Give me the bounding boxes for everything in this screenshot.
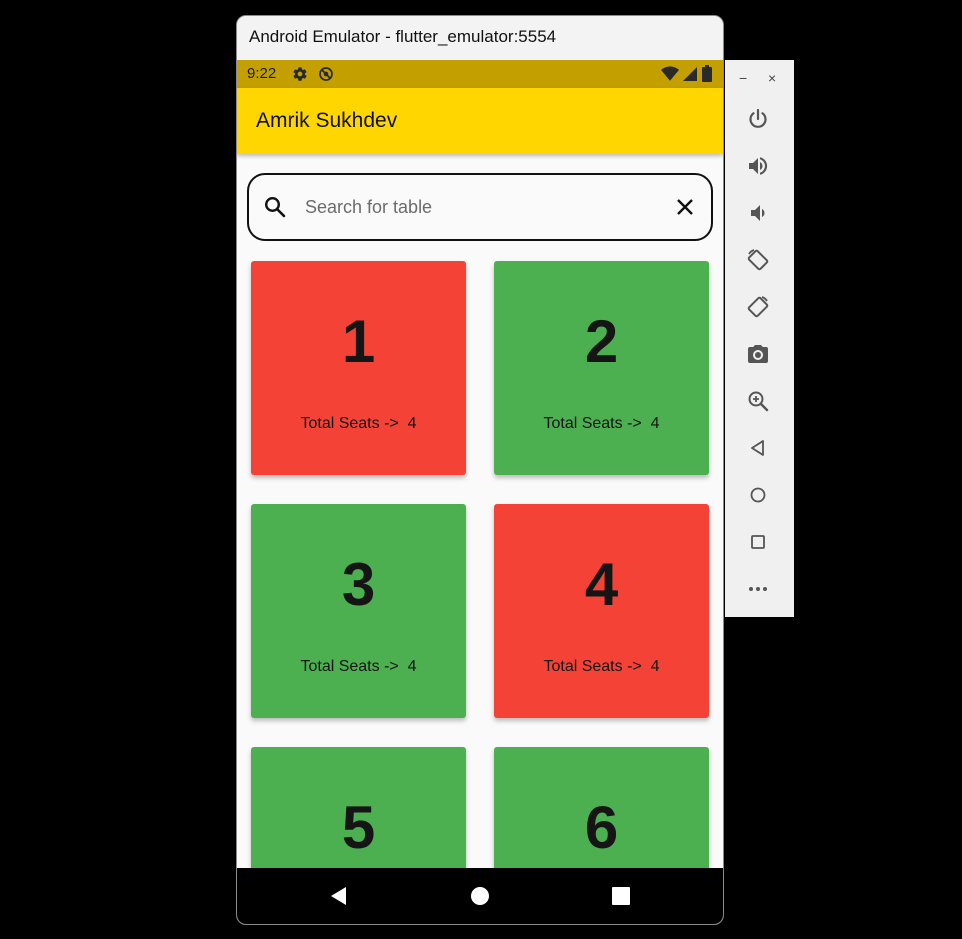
tables-grid: 1 Total Seats -> 4 2 Total Seats -> 4 3 … xyxy=(237,60,723,924)
table-card[interactable]: 2 Total Seats -> 4 xyxy=(494,261,709,475)
nav-overview-icon[interactable] xyxy=(611,886,631,906)
camera-icon[interactable] xyxy=(746,342,770,366)
nav-back-icon[interactable] xyxy=(329,886,349,906)
device-screen: 9:22 Amrik Sukhdev 1 Total Seats -> 4 2 … xyxy=(237,60,723,924)
window-titlebar: Android Emulator - flutter_emulator:5554 xyxy=(237,16,723,60)
rotate-right-icon[interactable] xyxy=(746,295,770,319)
table-number: 5 xyxy=(341,794,376,861)
table-seats-label: Total Seats -> 4 xyxy=(300,658,417,675)
table-number: 1 xyxy=(341,308,376,375)
minimize-button[interactable]: − xyxy=(739,70,747,86)
volume-down-icon[interactable] xyxy=(746,201,770,225)
table-number: 4 xyxy=(584,551,619,618)
table-seats-label: Total Seats -> 4 xyxy=(300,415,417,432)
window-title: Android Emulator - flutter_emulator:5554 xyxy=(249,27,557,46)
table-number: 3 xyxy=(341,551,376,618)
back-icon[interactable] xyxy=(746,436,770,460)
zoom-icon[interactable] xyxy=(746,389,770,413)
more-icon[interactable] xyxy=(746,577,770,601)
emulator-toolbar: − × xyxy=(725,60,794,617)
overview-icon[interactable] xyxy=(746,530,770,554)
home-icon[interactable] xyxy=(746,483,770,507)
android-nav-bar xyxy=(237,868,723,924)
power-icon[interactable] xyxy=(746,107,770,131)
table-number: 6 xyxy=(584,794,619,861)
emulator-window: Android Emulator - flutter_emulator:5554… xyxy=(236,15,724,925)
table-seats-label: Total Seats -> 4 xyxy=(543,415,660,432)
table-card[interactable]: 4 Total Seats -> 4 xyxy=(494,504,709,718)
close-button[interactable]: × xyxy=(768,70,776,86)
volume-up-icon[interactable] xyxy=(746,154,770,178)
rotate-left-icon[interactable] xyxy=(746,248,770,272)
table-card[interactable]: 1 Total Seats -> 4 xyxy=(251,261,466,475)
table-number: 2 xyxy=(584,308,619,375)
nav-home-icon[interactable] xyxy=(470,886,490,906)
table-card[interactable]: 3 Total Seats -> 4 xyxy=(251,504,466,718)
table-seats-label: Total Seats -> 4 xyxy=(543,658,660,675)
